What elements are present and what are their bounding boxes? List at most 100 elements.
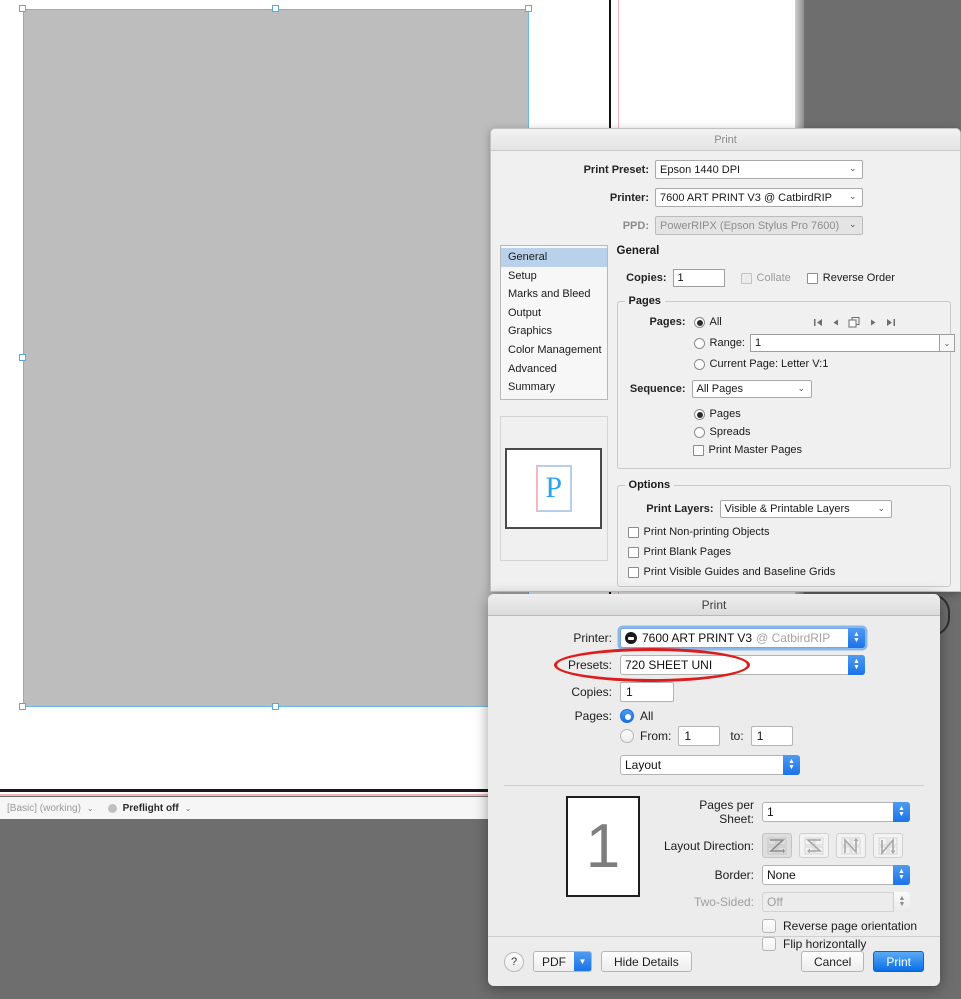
printer-label: Printer: [559,192,649,204]
layout-direction-across-then-down-button[interactable] [762,833,792,858]
macos-printer-suffix: @ CatbirdRIP [756,631,830,645]
macos-pages-to-input[interactable]: 1 [751,726,793,746]
output-pages-radio-row[interactable]: Pages [694,408,741,420]
macos-pages-from-input[interactable]: 1 [678,726,720,746]
preflight-chevron-down-icon[interactable]: ⌄ [185,804,192,813]
pages-range-radio[interactable] [694,338,705,349]
pane-selector-stepper-icon[interactable]: ▲▼ [783,755,800,775]
layout-direction-label: Layout Direction: [662,839,762,853]
selection-handle-bottom-center[interactable] [272,703,279,710]
macos-pane-selector-popup[interactable]: Layout ▲▼ [620,755,800,775]
nav-item-setup[interactable]: Setup [501,267,607,286]
print-layers-row: Print Layers: Visible & Printable Layers… [628,500,940,518]
nav-item-color-management[interactable]: Color Management [501,341,607,360]
selection-handle-middle-left[interactable] [19,354,26,361]
pdf-split-button[interactable]: PDF ▼ [533,951,592,972]
page-navigation-icons [814,317,895,328]
print-blank-pages-row[interactable]: Print Blank Pages [628,546,940,558]
reverse-orientation-row[interactable]: Reverse page orientation [662,919,924,933]
next-page-icon[interactable] [870,318,877,327]
pages-per-sheet-stepper-icon[interactable]: ▲▼ [893,802,910,822]
two-sided-stepper-icon: ▲▼ [893,892,910,912]
macos-copies-input[interactable]: 1 [620,682,674,702]
print-nonprinting-objects-checkbox[interactable] [628,527,639,538]
macos-copies-label: Copies: [504,685,620,699]
macos-pages-all-radio[interactable] [620,709,634,723]
nav-item-general[interactable]: General [501,248,607,267]
nav-item-advanced[interactable]: Advanced [501,360,607,379]
sequence-select[interactable]: All Pages ⌄ [692,380,812,398]
nav-item-summary[interactable]: Summary [501,378,607,397]
macos-pane-selector-row: Layout ▲▼ [504,755,924,775]
current-page-radio[interactable] [694,359,705,370]
pages-all-radio[interactable] [694,317,705,328]
page-stack-icon[interactable] [848,317,861,328]
layout-direction-across-reverse-button[interactable] [799,833,829,858]
print-button[interactable]: Print [873,951,924,972]
pages-fieldset: Pages Pages: All [617,301,951,469]
spreads-radio-row[interactable]: Spreads [694,426,751,438]
reverse-order-checkbox[interactable] [807,273,818,284]
spreads-radio[interactable] [694,427,705,438]
print-master-pages-label: Print Master Pages [709,444,803,456]
pdf-dropdown-caret-icon[interactable]: ▼ [574,952,591,971]
border-stepper-icon[interactable]: ▲▼ [893,865,910,885]
bottom-margin-guide [0,794,488,796]
nav-item-marks-and-bleed[interactable]: Marks and Bleed [501,285,607,304]
selection-handle-bottom-left[interactable] [19,703,26,710]
previous-page-icon[interactable] [832,318,839,327]
current-page-row: Current Page: Letter V:1 [628,358,940,370]
collate-checkbox [741,273,752,284]
print-nonprinting-objects-row[interactable]: Print Non-printing Objects [628,526,940,538]
current-page-radio-row[interactable]: Current Page: Letter V:1 [694,358,829,370]
output-pages-radio[interactable] [694,409,705,420]
reverse-order-checkbox-row[interactable]: Reverse Order [807,272,895,284]
reverse-page-orientation-checkbox[interactable] [762,919,776,933]
print-master-checkbox-row[interactable]: Print Master Pages [693,444,803,456]
macos-pages-all-label: All [640,709,653,723]
pages-all-radio-row[interactable]: All [694,316,814,328]
copies-input[interactable]: 1 [673,269,725,287]
print-visible-guides-row[interactable]: Print Visible Guides and Baseline Grids [628,566,940,578]
pages-all-row: Pages: All [628,316,940,328]
print-blank-pages-checkbox[interactable] [628,547,639,558]
selection-handle-top-right[interactable] [525,5,532,12]
layout-direction-down-then-across-button[interactable] [836,833,866,858]
selection-handle-top-center[interactable] [272,5,279,12]
printer-stepper-icon[interactable]: ▲▼ [848,628,865,648]
macos-presets-popup[interactable]: 720 SHEET UNI ▲▼ [620,655,865,675]
copies-row: Copies: 1 Collate Reverse Order [617,269,951,287]
nav-item-graphics[interactable]: Graphics [501,322,607,341]
border-popup[interactable]: None ▲▼ [762,865,910,885]
macos-printer-popup[interactable]: 7600 ART PRINT V3 @ CatbirdRIP ▲▼ [620,628,865,648]
macos-presets-value: 720 SHEET UNI [625,658,712,672]
cancel-button[interactable]: Cancel [801,951,864,972]
pages-range-dropdown-caret-icon[interactable]: ⌄ [939,334,955,352]
macos-dialog-titlebar: Print [488,594,940,616]
nav-item-output[interactable]: Output [501,304,607,323]
macos-presets-label: Presets: [504,658,620,672]
presets-stepper-icon[interactable]: ▲▼ [848,655,865,675]
first-page-icon[interactable] [814,318,823,327]
print-layers-select[interactable]: Visible & Printable Layers ⌄ [720,500,892,518]
layout-direction-down-reverse-button[interactable] [873,833,903,858]
selection-handle-top-left[interactable] [19,5,26,12]
pages-legend: Pages [625,295,665,307]
macos-pages-from-radio[interactable] [620,729,634,743]
pages-range-radio-row[interactable]: Range: [694,337,745,349]
preflight-status-dot-icon [108,804,117,813]
printer-select[interactable]: 7600 ART PRINT V3 @ CatbirdRIP ⌄ [655,188,863,207]
macos-printer-label: Printer: [504,631,620,645]
macos-dialog-footer: ? PDF ▼ Hide Details Cancel Print [488,936,940,986]
last-page-icon[interactable] [886,318,895,327]
print-preset-select[interactable]: Epson 1440 DPI ⌄ [655,160,863,179]
pages-range-input[interactable]: 1 ⌄ [750,334,940,352]
pages-per-sheet-row: Pages per Sheet: 1 ▲▼ [662,798,924,826]
pages-per-sheet-popup[interactable]: 1 ▲▼ [762,802,910,822]
print-visible-guides-checkbox[interactable] [628,567,639,578]
print-preset-row: Print Preset: Epson 1440 DPI ⌄ [491,160,960,179]
hide-details-button[interactable]: Hide Details [601,951,692,972]
chevron-down-icon[interactable]: ⌄ [87,804,94,813]
print-master-pages-checkbox[interactable] [693,445,704,456]
help-button[interactable]: ? [504,952,524,972]
